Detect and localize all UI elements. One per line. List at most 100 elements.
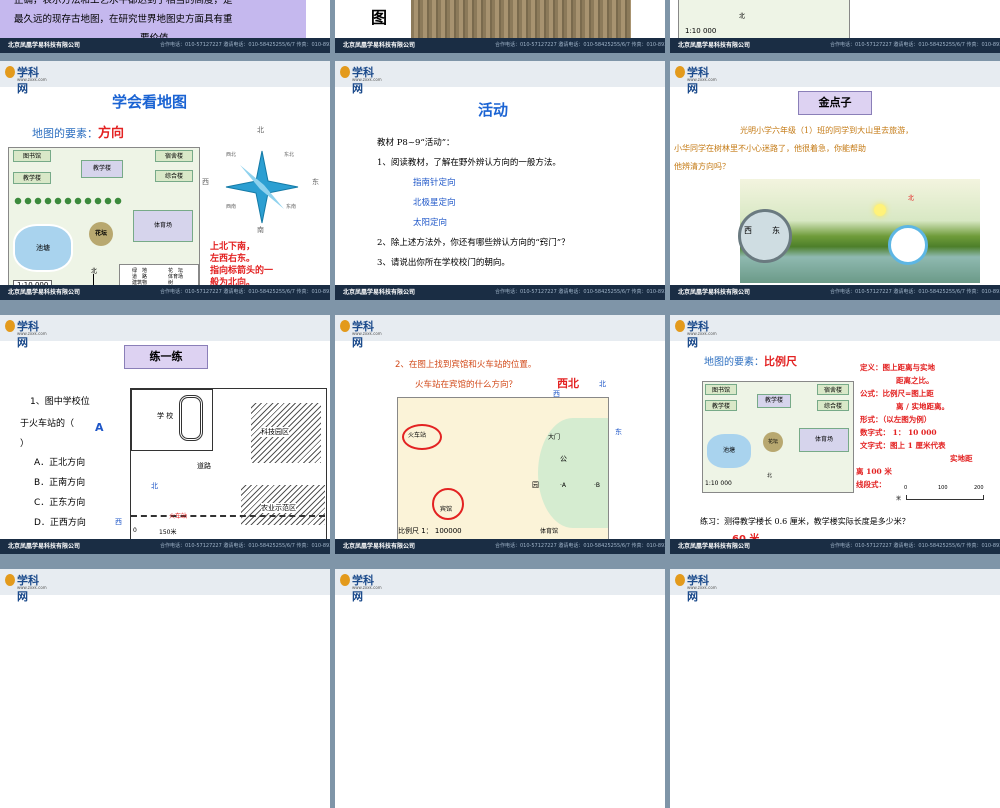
method-polaris: 北极星定向: [413, 198, 456, 208]
scale-tick-200: 200: [974, 485, 984, 491]
compass-east: 东: [772, 226, 780, 235]
logo: 学科网 www.zxxk.com: [675, 64, 717, 95]
question-line-2: 火车站在宾馆的什么方向？: [415, 380, 518, 390]
option-d[interactable]: D．正西方向: [34, 515, 86, 528]
compass-icon: [738, 209, 792, 263]
park-label-1: 公: [560, 455, 567, 463]
campus-map: 图书馆 宿舍楼 教学楼 综合楼 教学楼 体育场 池塘 花坛 1:10 000 北…: [8, 147, 200, 295]
slide-header: 学科网 www.zxxk.com: [0, 315, 330, 349]
logo: 学科网 www.zxxk.com: [675, 572, 717, 603]
slide-footer: 北京凤凰学易科技有限公司 合作电话：010-57127227 邀请电话：010-5…: [335, 285, 665, 300]
ancient-map-image: [411, 0, 631, 40]
compass-rose-icon: [225, 150, 299, 224]
pool: 池塘: [707, 434, 751, 468]
slide-footer: 北京凤凰学易科技有限公司 合作电话：010-57127227 邀请电话：010-5…: [335, 539, 665, 554]
activity-line-4: 3、请说出你所在学校校门的朝向。: [377, 258, 510, 268]
scale-label: 比例尺 1： 100000: [398, 527, 462, 535]
slide-title: 练一练: [124, 345, 208, 369]
dept-building: 教学楼: [13, 172, 51, 184]
question-line-3: ）: [20, 439, 30, 449]
campus-map-partial: 1:10 000 北: [678, 0, 850, 42]
slide-r3-c0[interactable]: 学科网 www.zxxk.com: [0, 569, 330, 808]
north-arrow-label: 北: [91, 268, 98, 275]
school-label: 学 校: [157, 412, 174, 420]
intro-line-1: 正确，表示方法和工艺水平都达到了相当的高度，是: [14, 0, 233, 6]
north-label: 北: [739, 13, 746, 20]
slide-header: 学科网 www.zxxk.com: [335, 569, 665, 603]
option-c[interactable]: C．正东方向: [34, 495, 85, 508]
running-track: [179, 395, 203, 441]
intro-box: 正确，表示方法和工艺水平都达到了相当的高度，是 最久远的现存古地图，在研究世界地…: [0, 0, 306, 44]
scale-zero: 0: [133, 527, 137, 534]
photo-north-label: 北: [908, 195, 915, 202]
answer: 西北: [557, 377, 579, 390]
logo: 学科网 www.zxxk.com: [5, 318, 47, 349]
compass-east: 东: [615, 428, 622, 436]
activity-line-1: 教材 P8~9“活动”：: [377, 138, 455, 148]
slide-scale[interactable]: 学科网 www.zxxk.com 地图的要素：比例尺 图书馆 宿舍楼 教学楼 综合…: [670, 315, 1000, 554]
school-station-map: 学 校 道路 科技园区 农业示范区 北 西 火车站 0 150米: [115, 388, 327, 540]
sun-icon: [874, 204, 886, 216]
intro-line-2: 最久远的现存古地图，在研究世界地图史方面具有重: [14, 14, 233, 25]
north-label: 北: [151, 482, 158, 490]
scale-bar-label: 150米: [159, 529, 177, 536]
scale-tick-0: 0: [904, 485, 908, 491]
flower-bed: 花坛: [763, 432, 783, 452]
slide-footer: 北京凤凰学易科技有限公司 合作电话：010-57127227 邀请电话：010-5…: [670, 285, 1000, 300]
compass-west: 西: [744, 226, 752, 235]
logo: 学科网 www.zxxk.com: [340, 572, 382, 603]
teaching-building: 教学楼: [81, 160, 123, 178]
activity-line-2: 1、阅读教材，了解在野外辨认方向的一般方法。: [377, 158, 561, 168]
teaching-building: 教学楼: [757, 394, 791, 408]
slide-header: 学科网 www.zxxk.com: [670, 61, 1000, 95]
slide-golden-idea[interactable]: 学科网 www.zxxk.com 金点子 光明小学六年级（1）班的同学到大山里去旅…: [670, 61, 1000, 300]
north-label: 北: [767, 473, 773, 479]
slide-activity[interactable]: 学科网 www.zxxk.com 活动 教材 P8~9“活动”： 1、阅读教材，了…: [335, 61, 665, 300]
west-label: 西: [115, 518, 122, 526]
map-scale: 1:10 000: [705, 480, 732, 487]
question-line-2: 于火车站的（: [20, 419, 75, 429]
tree-row: [13, 196, 123, 206]
compass-west: 西: [553, 390, 560, 398]
slide-r0-c1[interactable]: 图 北京凤凰学易科技有限公司 合作电话：010-57127227 邀请电话：010…: [335, 0, 665, 53]
railway: [131, 515, 325, 519]
hotel-label: 宾馆: [440, 506, 453, 513]
dept-building: 教学楼: [705, 400, 737, 411]
compass-ne: 东北: [284, 152, 295, 158]
compass-e: 东: [312, 178, 319, 186]
station-label: 火车站: [169, 513, 188, 520]
story-line-3: 他辨清方向吗？: [674, 162, 730, 171]
slide-hotel-station[interactable]: 学科网 www.zxxk.com 2、在图上找到宾馆和火车站的位置。 火车站在宾馆…: [335, 315, 665, 554]
slide-title: 活动: [478, 101, 509, 119]
slide-header: 学科网 www.zxxk.com: [335, 61, 665, 95]
scale-tick-100: 100: [938, 485, 948, 491]
option-b[interactable]: B．正南方向: [34, 475, 85, 488]
practice-question: 练习：测得教学楼长 0.6 厘米，教学楼实际长度是多少米？: [700, 517, 910, 526]
gate-label: 大门: [548, 434, 561, 441]
slide-practice[interactable]: 学科网 www.zxxk.com 练一练 1、图中学校位 于火车站的（ A ） A…: [0, 315, 330, 554]
slide-r0-c2[interactable]: 1:10 000 北 北京凤凰学易科技有限公司 合作电话：010-57127227…: [670, 0, 1000, 53]
question-line-1: 2、在图上找到宾馆和火车站的位置。: [395, 360, 537, 370]
compass-w: 西: [202, 178, 209, 186]
method-sun: 太阳定向: [413, 218, 448, 228]
slide-direction[interactable]: 学科网 www.zxxk.com 学会看地图 地图的要素：方向 图书馆 宿舍楼 教…: [0, 61, 330, 300]
element-label: 地图的要素：比例尺: [704, 355, 797, 368]
slide-r3-c1[interactable]: 学科网 www.zxxk.com: [335, 569, 665, 808]
slide-footer: 北京凤凰学易科技有限公司 合作电话：010-57127227 邀请电话：010-5…: [0, 38, 330, 53]
gym: 体育场: [133, 210, 193, 242]
logo: 学科网 www.zxxk.com: [5, 64, 47, 95]
slide-r0-c0[interactable]: 正确，表示方法和工艺水平都达到了相当的高度，是 最久远的现存古地图，在研究世界地…: [0, 0, 330, 53]
slide-footer: 北京凤凰学易科技有限公司 合作电话：010-57127227 邀请电话：010-5…: [670, 539, 1000, 554]
gym-label: 体育馆: [540, 528, 559, 535]
compass-sw: 西南: [226, 204, 237, 210]
slide-title: 学会看地图: [112, 93, 188, 111]
general-building: 综合楼: [817, 400, 849, 411]
slide-header: 学科网 www.zxxk.com: [335, 315, 665, 349]
option-a[interactable]: A．正北方向: [34, 455, 85, 468]
compass-nw: 西北: [226, 152, 237, 158]
activity-line-3: 2、除上述方法外，你还有哪些辨认方向的“窍门”？: [377, 238, 570, 248]
pool: 池塘: [13, 224, 73, 272]
slide-r3-c2[interactable]: 学科网 www.zxxk.com: [670, 569, 1000, 808]
question-line-1: 1、图中学校位: [30, 397, 90, 407]
tu-text: 图: [371, 8, 388, 27]
